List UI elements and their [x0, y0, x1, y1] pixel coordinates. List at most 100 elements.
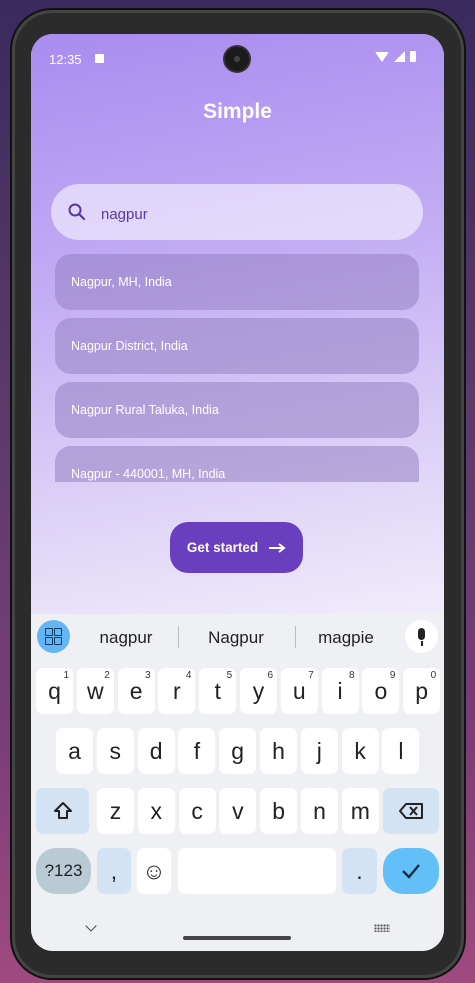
backspace-icon	[399, 803, 423, 819]
key-label: n	[313, 797, 326, 824]
get-started-label: Get started	[186, 540, 259, 555]
key-label: e	[129, 677, 143, 704]
search-input[interactable]	[99, 202, 403, 226]
key-label: w	[86, 677, 104, 704]
suggestion-item[interactable]: Nagpur Rural Taluka, India	[55, 382, 419, 438]
key-label: q	[48, 677, 61, 704]
shift-icon	[53, 802, 72, 819]
suggestion-item[interactable]: Nagpur District, India	[55, 318, 419, 374]
key-m[interactable]: m	[341, 788, 379, 834]
key-l[interactable]: l	[382, 728, 420, 774]
key-a[interactable]: a	[56, 728, 93, 774]
divider	[178, 626, 179, 648]
search-icon	[68, 203, 86, 221]
key-o[interactable]: o9	[362, 668, 400, 714]
keyboard-suggestion-bar: nagpur Nagpur magpie	[31, 614, 444, 660]
key-h[interactable]: h	[260, 728, 297, 774]
key-superscript: 2	[104, 670, 110, 681]
word-suggestion[interactable]: Nagpur	[201, 628, 271, 648]
word-suggestion[interactable]: nagpur	[91, 628, 161, 648]
key-label: z	[109, 797, 122, 824]
key-label: p	[415, 677, 429, 704]
emoji-key[interactable]: ☺	[137, 848, 171, 894]
key-e[interactable]: e3	[117, 668, 155, 714]
suggestion-list: Nagpur, MH, India Nagpur District, India…	[55, 254, 419, 482]
key-superscript: 1	[63, 670, 69, 681]
key-t[interactable]: t5	[199, 668, 237, 714]
key-z[interactable]: z	[97, 788, 134, 834]
key-superscript: 9	[389, 670, 396, 681]
key-superscript: 7	[308, 670, 314, 681]
key-label: o	[374, 677, 388, 704]
keyboard-switch-icon[interactable]	[374, 924, 390, 932]
status-icons	[375, 51, 416, 62]
key-p[interactable]: p0	[403, 668, 441, 714]
key-y[interactable]: y6	[240, 668, 277, 714]
key-g[interactable]: g	[219, 728, 257, 774]
key-x[interactable]: x	[137, 788, 175, 834]
key-s[interactable]: s	[96, 728, 134, 774]
key-label: v	[232, 797, 244, 824]
key-label: c	[191, 797, 203, 824]
app-title: Simple	[203, 100, 272, 123]
signal-icon	[394, 51, 405, 62]
app-screen: 12:35 Simple Nagpur, MH, India Nagpur Di…	[31, 34, 444, 614]
key-label: b	[272, 797, 286, 824]
key-d[interactable]: d	[137, 728, 175, 774]
key-w[interactable]: w2	[76, 668, 114, 714]
key-q[interactable]: q1	[36, 668, 73, 714]
front-camera	[225, 47, 249, 71]
key-v[interactable]: v	[219, 788, 257, 834]
space-bar[interactable]	[178, 848, 336, 894]
battery-icon	[410, 51, 416, 62]
divider	[295, 626, 296, 648]
status-bar: 12:35	[31, 34, 444, 84]
microphone-icon[interactable]	[405, 620, 438, 653]
notification-icon	[95, 54, 104, 63]
key-label: r	[173, 677, 181, 704]
key-u[interactable]: u7	[280, 668, 318, 714]
key-label: i	[337, 677, 343, 704]
key-superscript: 8	[349, 670, 355, 681]
word-suggestion[interactable]: magpie	[311, 628, 381, 648]
key-label: d	[149, 737, 163, 764]
key-label: y	[252, 677, 265, 704]
backspace-key[interactable]	[383, 788, 439, 834]
key-k[interactable]: k	[341, 728, 379, 774]
search-bar[interactable]	[51, 184, 423, 240]
key-i[interactable]: i8	[321, 668, 359, 714]
key-superscript: 3	[145, 670, 151, 681]
key-superscript: 4	[185, 670, 192, 681]
key-j[interactable]: j	[300, 728, 338, 774]
key-f[interactable]: f	[178, 728, 216, 774]
key-label: g	[231, 737, 245, 764]
key-label: x	[150, 797, 163, 824]
keyboard: nagpur Nagpur magpie q1w2e3r4t5y6u7i8o9p…	[31, 614, 444, 951]
get-started-button[interactable]: Get started	[170, 522, 303, 573]
apps-grid-icon[interactable]	[37, 620, 70, 653]
key-label: k	[354, 737, 366, 764]
key-label: h	[272, 737, 285, 764]
enter-key[interactable]	[383, 848, 439, 894]
chevron-down-icon[interactable]	[85, 920, 97, 932]
suggestion-item[interactable]: Nagpur, MH, India	[55, 254, 419, 310]
key-label: s	[109, 737, 122, 764]
arrow-right-icon	[269, 542, 286, 553]
comma-key[interactable]: ,	[97, 848, 131, 894]
key-label: l	[398, 737, 404, 764]
shift-key[interactable]	[36, 788, 89, 834]
wifi-icon	[375, 51, 389, 62]
nav-bar	[31, 910, 444, 951]
suggestion-item[interactable]: Nagpur - 440001, MH, India	[55, 446, 419, 482]
period-key[interactable]: .	[342, 848, 377, 894]
key-label: t	[214, 677, 221, 704]
key-c[interactable]: c	[178, 788, 216, 834]
key-superscript: 0	[430, 670, 437, 681]
symbols-key[interactable]: ?123	[36, 848, 91, 894]
key-r[interactable]: r4	[158, 668, 196, 714]
key-superscript: 5	[226, 670, 233, 681]
key-b[interactable]: b	[260, 788, 298, 834]
key-superscript: 6	[267, 670, 273, 681]
key-n[interactable]: n	[301, 788, 338, 834]
home-handle[interactable]	[183, 936, 291, 940]
